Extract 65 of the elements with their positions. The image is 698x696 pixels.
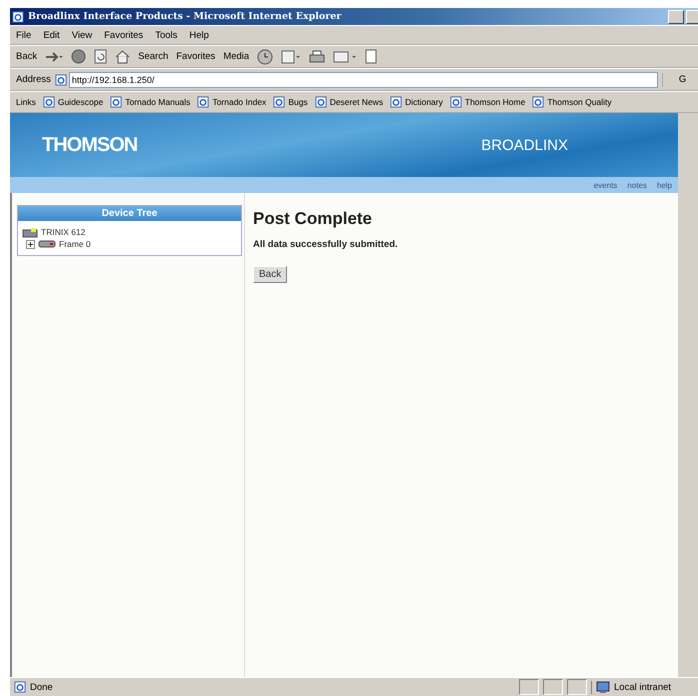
page-icon xyxy=(42,96,55,108)
menu-item[interactable]: File xyxy=(16,30,32,40)
status-text: Done xyxy=(30,682,54,692)
link-button[interactable]: Dictionary xyxy=(405,97,443,107)
link-button[interactable]: Thomson Quality xyxy=(547,97,612,107)
status-pane xyxy=(519,679,539,695)
link-button[interactable]: Guidescope xyxy=(58,97,104,107)
go-button[interactable]: G xyxy=(678,74,686,85)
page-icon xyxy=(110,96,122,108)
page-icon xyxy=(450,96,462,108)
menu-item[interactable]: Help xyxy=(189,30,209,40)
page-icon xyxy=(12,10,24,22)
menu-item[interactable]: Edit xyxy=(43,30,60,40)
forward-icon[interactable] xyxy=(45,50,64,62)
expand-icon[interactable] xyxy=(26,240,35,248)
address-label: Address xyxy=(16,74,51,85)
stop-icon[interactable] xyxy=(71,49,86,64)
nav-link[interactable]: help xyxy=(656,180,672,190)
nav-link[interactable]: notes xyxy=(627,180,647,190)
page-icon xyxy=(314,96,327,108)
link-button[interactable]: Bugs xyxy=(288,97,308,107)
page-icon xyxy=(532,96,544,108)
address-field[interactable]: http://192.168.1.250/ xyxy=(68,72,658,88)
status-pane xyxy=(567,679,587,695)
zone-label: Local intranet xyxy=(614,682,672,692)
status-message: All data successfully submitted. xyxy=(253,239,398,250)
brand-title: BROADLINX xyxy=(481,136,568,154)
toolbar-button[interactable]: Media xyxy=(223,51,250,62)
link-button[interactable]: Tornado Manuals xyxy=(125,97,190,107)
toolbar-button[interactable]: Search xyxy=(138,51,168,62)
refresh-icon[interactable] xyxy=(94,49,108,64)
maximize-button[interactable] xyxy=(686,10,698,24)
link-button[interactable]: Thomson Home xyxy=(464,97,526,107)
back-button[interactable]: Back xyxy=(253,266,288,283)
minimize-button[interactable] xyxy=(668,10,684,24)
window-title: Broadlinx Interface Products - Microsoft Internet Explorer xyxy=(28,11,342,22)
page-heading: Post Complete xyxy=(253,209,374,229)
status-pane xyxy=(543,679,563,695)
home-icon[interactable] xyxy=(115,50,130,64)
toolbar-button[interactable]: Back xyxy=(16,51,38,62)
links-label: Links xyxy=(16,97,36,107)
mail-icon[interactable] xyxy=(281,50,302,64)
link-button[interactable]: Tornado Index xyxy=(212,97,266,107)
print-icon[interactable] xyxy=(309,50,326,64)
panel-title: Device Tree xyxy=(18,206,241,221)
history-icon[interactable] xyxy=(257,48,274,64)
tree-item[interactable]: Frame 0 xyxy=(59,239,91,249)
device-icon xyxy=(38,240,56,248)
page-icon xyxy=(273,96,286,108)
toolbar-button[interactable]: Favorites xyxy=(176,51,216,62)
computer-icon xyxy=(22,226,38,238)
logo: THOMSON xyxy=(42,134,138,156)
page-icon xyxy=(197,96,210,108)
nav-link[interactable]: events xyxy=(594,180,618,190)
menu-item[interactable]: View xyxy=(72,30,92,40)
page-icon xyxy=(390,96,402,108)
link-button[interactable]: Deseret News xyxy=(330,97,384,107)
tree-item[interactable]: TRINIX 612 xyxy=(41,227,86,237)
menu-item[interactable]: Tools xyxy=(155,30,178,40)
page-icon xyxy=(54,74,67,86)
page-icon xyxy=(14,681,26,693)
menu-item[interactable]: Favorites xyxy=(104,30,144,40)
edit-icon[interactable] xyxy=(333,50,358,64)
document-icon[interactable] xyxy=(365,49,378,64)
network-icon xyxy=(596,680,610,694)
